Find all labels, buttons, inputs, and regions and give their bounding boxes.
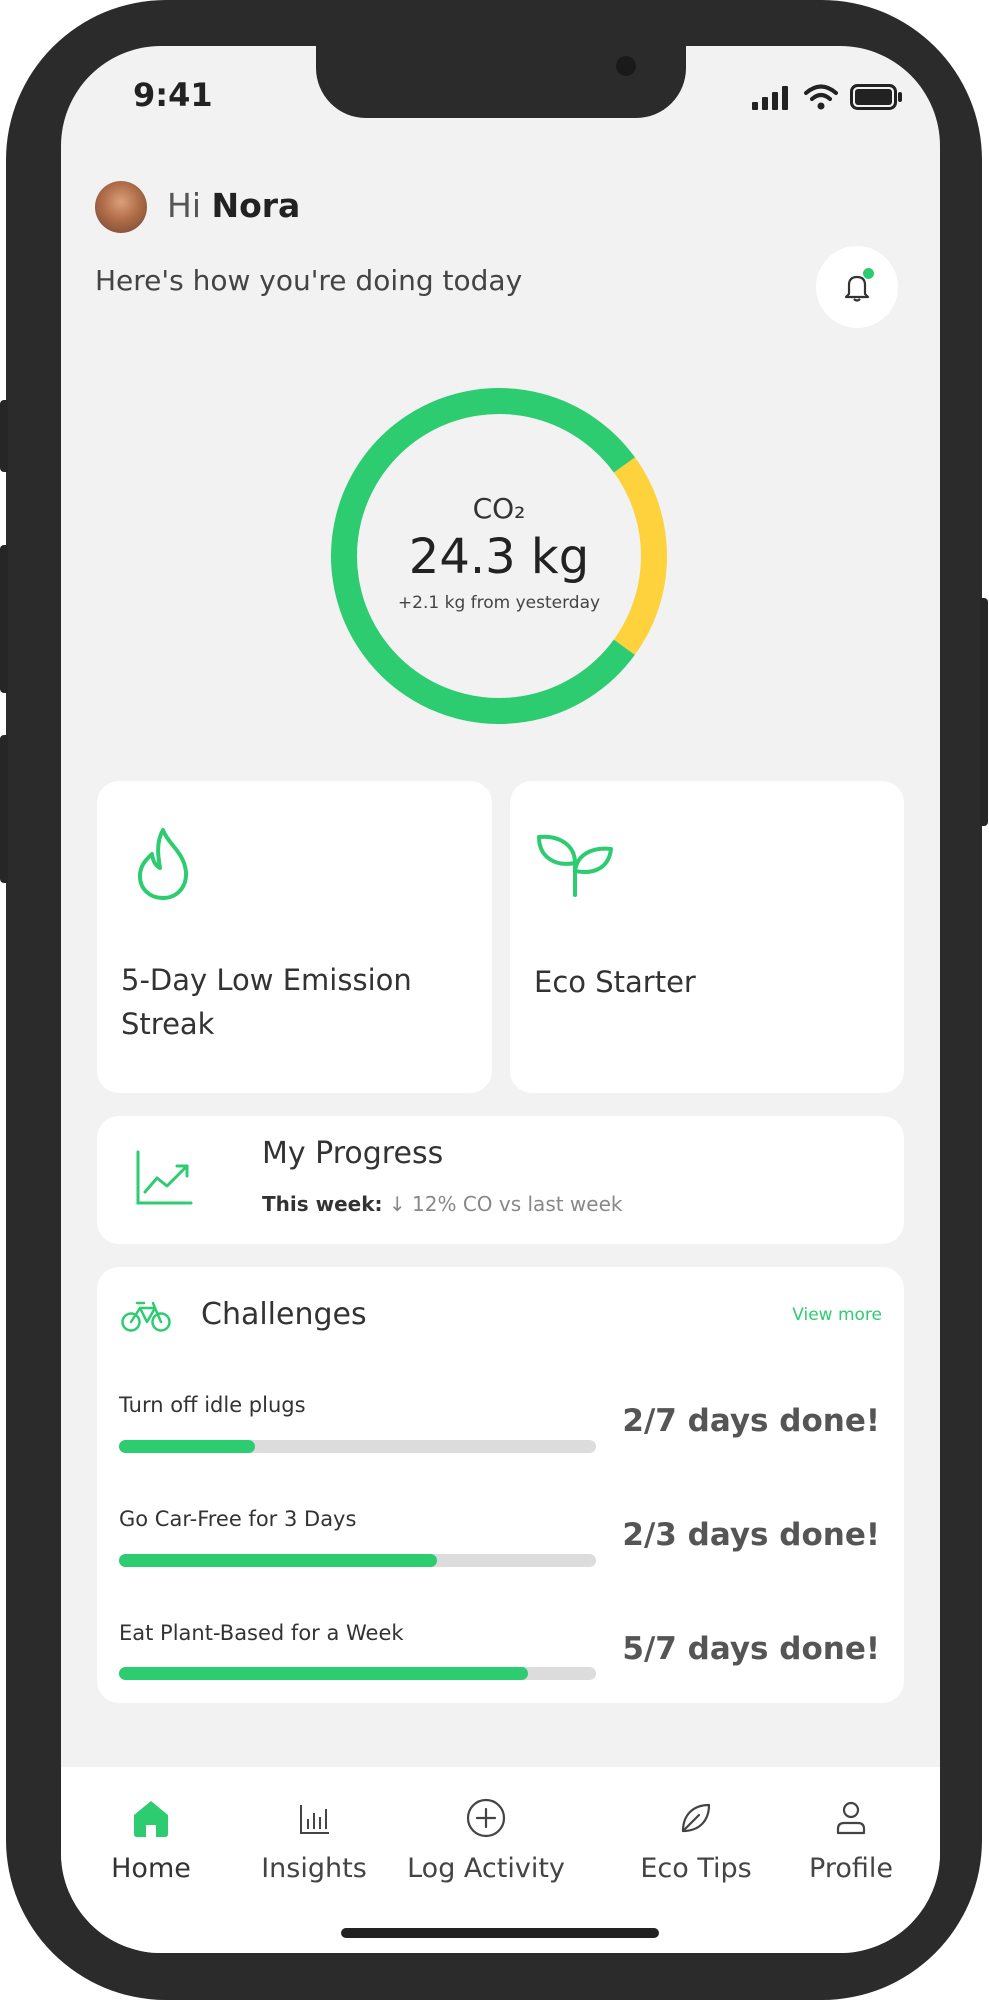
down-arrow-icon: ↓ [388, 1192, 406, 1216]
page-subtitle: Here's how you're doing today [95, 264, 523, 297]
challenge-progress-fill [119, 1554, 438, 1567]
greeting-prefix: Hi [167, 186, 201, 225]
nav-eco-tips[interactable]: Eco Tips [631, 1797, 761, 1884]
challenge-progress-fill [119, 1440, 256, 1453]
volume-up-button [0, 545, 8, 693]
nav-profile[interactable]: Profile [791, 1797, 911, 1884]
challenges-title: Challenges [201, 1297, 367, 1332]
challenge-name: Turn off idle plugs [119, 1393, 306, 1417]
progress-comparison: vs last week [498, 1192, 623, 1216]
front-camera [616, 56, 636, 76]
challenge-status: 2/7 days done! [622, 1403, 880, 1439]
greeting: Hi Nora [167, 186, 300, 225]
power-button [980, 598, 988, 826]
view-more-link[interactable]: View more [792, 1305, 882, 1325]
nav-label: Profile [809, 1853, 893, 1884]
user-icon [836, 1801, 866, 1835]
nav-label: Home [111, 1853, 191, 1884]
nav-label: Log Activity [407, 1853, 565, 1884]
wifi-icon [804, 84, 838, 110]
screen: 9:41 Hi Nora Here's how you're doing tod… [61, 46, 940, 1953]
nav-label: Insights [261, 1853, 367, 1884]
challenge-progress-track [119, 1554, 596, 1567]
challenge-progress-track [119, 1667, 596, 1680]
phone-frame: 9:41 Hi Nora Here's how you're doing tod… [0, 0, 988, 2000]
challenge-name: Eat Plant-Based for a Week [119, 1621, 404, 1645]
co2-value: 24.3 kg [408, 528, 590, 585]
challenge-status: 5/7 days done! [622, 1631, 880, 1667]
streak-title: 5-Day Low Emission Streak [121, 963, 412, 1041]
nav-log-activity[interactable]: Log Activity [391, 1797, 581, 1884]
sprout-icon [537, 834, 613, 897]
bicycle-icon [121, 1301, 171, 1332]
co2-summary: CO₂ 24.3 kg +2.1 kg from yesterday [319, 376, 679, 736]
progress-label: This week: [262, 1192, 383, 1216]
volume-down-button [0, 735, 8, 883]
nav-home[interactable]: Home [93, 1797, 209, 1884]
eco-starter-card[interactable]: Eco Starter [510, 781, 904, 1093]
signal-icon [752, 86, 788, 110]
challenge-progress-track [119, 1440, 596, 1453]
progress-title: My Progress [262, 1136, 444, 1171]
co2-label: CO₂ [472, 491, 526, 525]
bar-chart-icon [300, 1805, 329, 1834]
avatar[interactable] [95, 181, 147, 233]
progress-unit: CO [462, 1192, 493, 1216]
challenge-name: Go Car-Free for 3 Days [119, 1507, 357, 1531]
challenges-card: Challenges View more Turn off idle plugs… [97, 1267, 904, 1703]
plus-circle-icon [466, 1798, 506, 1838]
eco-starter-title: Eco Starter [534, 965, 696, 999]
leaf-icon [681, 1803, 711, 1833]
co2-delta: +2.1 kg from yesterday [397, 592, 601, 613]
my-progress-card[interactable]: My Progress This week: ↓ 12% CO vs last … [97, 1116, 904, 1244]
challenge-status: 2/3 days done! [622, 1517, 880, 1553]
status-icons [752, 84, 904, 110]
trending-chart-icon [136, 1150, 193, 1205]
streak-card[interactable]: 5-Day Low Emission Streak [97, 781, 492, 1093]
bottom-nav: Home Insights Log Activity Eco Tips Prof… [61, 1767, 940, 1953]
home-icon [134, 1801, 168, 1837]
notification-badge [863, 268, 874, 279]
progress-summary: This week: ↓ 12% CO vs last week [262, 1192, 622, 1216]
silent-switch [0, 400, 8, 472]
flame-icon [137, 828, 189, 900]
nav-label: Eco Tips [640, 1853, 752, 1884]
notch [316, 46, 686, 118]
challenge-progress-fill [119, 1667, 528, 1680]
user-name: Nora [211, 186, 301, 225]
progress-value: 12% [412, 1192, 457, 1216]
battery-icon [850, 84, 902, 110]
nav-insights[interactable]: Insights [251, 1797, 377, 1884]
notifications-button[interactable] [816, 246, 898, 328]
status-time: 9:41 [133, 76, 213, 114]
home-indicator [341, 1928, 659, 1938]
